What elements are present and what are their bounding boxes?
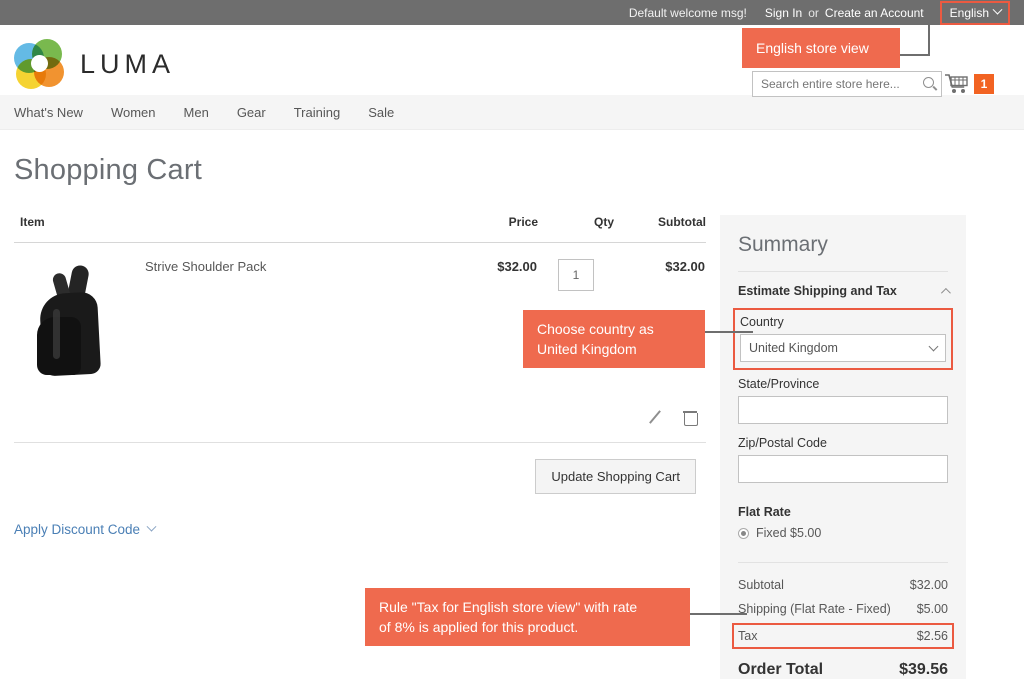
state-province-label: State/Province: [738, 377, 820, 391]
apply-discount-code-label: Apply Discount Code: [14, 522, 141, 537]
search-icon[interactable]: [923, 77, 934, 88]
subtotal-value: $32.00: [909, 578, 948, 592]
estimate-shipping-tax-label: Estimate Shipping and Tax: [738, 284, 897, 298]
row-action-buttons: [14, 392, 706, 443]
flat-rate-fixed-option[interactable]: Fixed $5.00: [738, 526, 948, 540]
shopping-cart-icon: [945, 74, 968, 93]
luma-flower-logo-icon: [14, 39, 64, 89]
sign-in-link[interactable]: Sign In: [765, 6, 802, 20]
radio-icon: [738, 527, 749, 539]
search-input[interactable]: [752, 71, 942, 97]
nav-item-training[interactable]: Training: [294, 105, 340, 120]
divider: [738, 562, 948, 563]
annotation-callout-tax: Rule "Tax for English store view" with r…: [365, 588, 690, 646]
shipping-label: Shipping (Flat Rate - Fixed): [738, 602, 891, 616]
apply-discount-code-toggle[interactable]: Apply Discount Code: [14, 494, 706, 537]
tax-label: Tax: [738, 629, 758, 643]
annotation-connector-store-view-h: [900, 54, 930, 56]
column-header-price: Price: [442, 215, 538, 243]
update-cart-row: Update Shopping Cart: [14, 443, 706, 494]
product-image: [15, 259, 123, 391]
country-select[interactable]: [740, 334, 946, 362]
nav-item-sale[interactable]: Sale: [368, 105, 394, 120]
chevron-down-icon: [146, 521, 157, 532]
summary-panel: Summary Estimate Shipping and Tax Countr…: [720, 215, 966, 679]
annotation-store-view-text: English store view: [756, 40, 869, 56]
product-name[interactable]: Strive Shoulder Pack: [144, 243, 442, 393]
or-separator: or: [808, 5, 819, 20]
annotation-callout-country: Choose country as United Kingdom: [523, 310, 705, 368]
zip-postal-code-input[interactable]: [738, 455, 948, 483]
annotation-connector-country: [705, 331, 753, 333]
order-total-row: Order Total $39.56: [738, 651, 948, 679]
summary-title: Summary: [738, 233, 828, 256]
annotation-country-line2: United Kingdom: [537, 341, 637, 357]
chevron-down-icon: [992, 4, 1003, 15]
logo[interactable]: LUMA: [14, 39, 175, 89]
order-total-label: Order Total: [738, 661, 824, 678]
create-account-link[interactable]: Create an Account: [825, 6, 924, 20]
nav-item-men[interactable]: Men: [184, 105, 209, 120]
welcome-message: Default welcome msg!: [628, 5, 747, 20]
cart-count-badge: 1: [974, 74, 994, 94]
nav-item-women[interactable]: Women: [111, 105, 156, 120]
tax-value: $2.56: [916, 629, 948, 643]
top-utility-bar: Default welcome msg! Sign In or Create a…: [0, 0, 1024, 25]
annotation-tax-line2: of 8% is applied for this product.: [379, 619, 579, 635]
subtotal-label: Subtotal: [738, 578, 784, 592]
quantity-input[interactable]: [558, 259, 594, 291]
flat-rate-heading: Flat Rate: [738, 505, 791, 519]
page-title: Shopping Cart: [14, 154, 202, 186]
column-header-subtotal: Subtotal: [614, 215, 706, 243]
product-image-cell[interactable]: [14, 243, 144, 393]
language-switcher[interactable]: English: [939, 0, 1010, 25]
annotation-connector-tax: [690, 613, 747, 615]
shipping-value: $5.00: [916, 602, 948, 616]
edit-item-button[interactable]: [648, 410, 662, 428]
cart-table-header: Item Price Qty Subtotal: [14, 215, 706, 243]
total-row-shipping: Shipping (Flat Rate - Fixed) $5.00: [738, 597, 948, 621]
chevron-up-icon: [940, 287, 951, 298]
update-shopping-cart-button[interactable]: Update Shopping Cart: [535, 459, 696, 494]
nav-item-gear[interactable]: Gear: [237, 105, 266, 120]
state-province-input[interactable]: [738, 396, 948, 424]
trash-icon: [683, 410, 698, 426]
zip-postal-code-label: Zip/Postal Code: [738, 436, 827, 450]
annotation-connector-store-view-v: [928, 24, 930, 56]
total-row-subtotal: Subtotal $32.00: [738, 573, 948, 597]
delete-item-button[interactable]: [683, 410, 698, 428]
country-select-wrap: [740, 334, 946, 362]
order-total-value: $39.56: [899, 661, 948, 678]
total-row-tax: Tax $2.56: [732, 623, 954, 649]
estimate-shipping-tax-toggle[interactable]: Estimate Shipping and Tax: [738, 284, 951, 308]
country-field-highlight: Country: [733, 308, 953, 370]
annotation-country-line1: Choose country as: [537, 321, 654, 337]
flat-rate-fixed-label: Fixed $5.00: [756, 526, 822, 540]
nav-item-whats-new[interactable]: What's New: [14, 105, 83, 120]
country-label: Country: [740, 315, 784, 329]
pencil-icon: [648, 410, 662, 424]
search-container: [752, 71, 942, 97]
logo-text: LUMA: [80, 48, 176, 79]
language-label: English: [949, 5, 989, 20]
column-header-qty: Qty: [538, 215, 614, 243]
main-navigation: What's New Women Men Gear Training Sale: [0, 95, 1024, 130]
column-header-item: Item: [14, 215, 442, 243]
annotation-callout-store-view: English store view: [742, 28, 900, 68]
annotation-tax-line1: Rule "Tax for English store view" with r…: [379, 599, 638, 615]
mini-cart[interactable]: 1: [944, 73, 994, 95]
divider: [738, 271, 948, 272]
